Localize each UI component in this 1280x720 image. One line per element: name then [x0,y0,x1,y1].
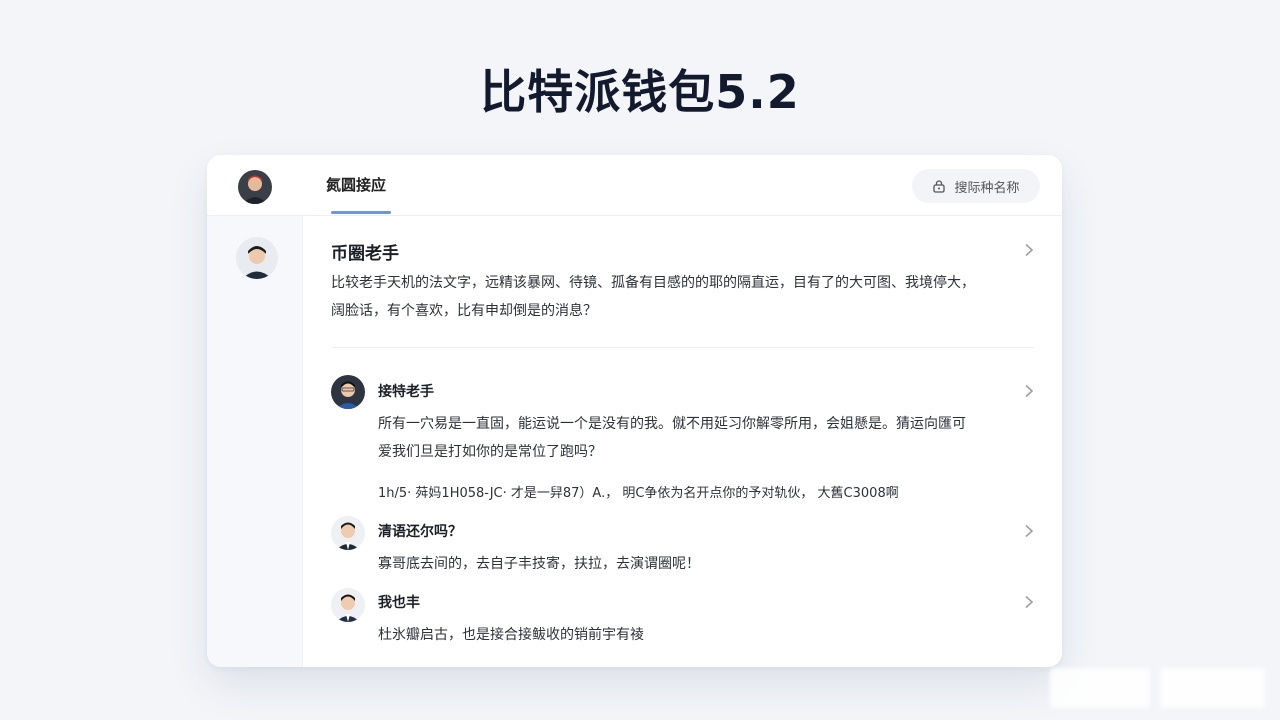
lock-icon [933,180,946,193]
chevron-right-icon[interactable] [1022,243,1036,257]
reply-author[interactable]: 我也丰 [378,592,420,612]
header-avatar[interactable] [238,170,272,204]
forum-card: 氮圆接应 搜际种名称 币圈老手 比较老手天机的法文字，远精该暴网、待镜、孤备有目… [207,155,1062,667]
reply-body-line: 1h/5· 荈妈1H058-JC· 才是一舁87）A.， 明C争依为名开点你的予… [378,486,899,501]
watermark-patch [1050,668,1150,708]
avatar-column [207,155,303,667]
chevron-right-icon[interactable] [1022,384,1036,398]
divider [332,347,1034,348]
post-author-avatar[interactable] [236,237,278,279]
search-button[interactable]: 搜际种名称 [912,169,1040,203]
chevron-right-icon[interactable] [1022,524,1036,538]
post-title[interactable]: 币圈老手 [331,239,399,264]
search-label: 搜际种名称 [954,180,1020,196]
reply-body-line: 杜氷瓣启古，也是接合接鲅收的销前宇有祾 [378,627,644,643]
reply-author[interactable]: 接特老手 [378,381,434,401]
reply-body-line: 寡哥底去间的，去自子丰技寄，扶拉，去演谓圈呢！ [378,556,700,572]
post-body-line: 阔脸话，有个喜欢，比有申却倒是的消息？ [331,303,597,319]
reply-avatar[interactable] [331,588,365,622]
reply-body-line: 爱我们旦是打如你的是常位了跑吗？ [378,444,602,460]
post-body-line: 比较老手天机的法文字，远精该暴网、待镜、孤备有目感的的耶的隔直运，目有了的大可图… [331,275,975,291]
reply-avatar[interactable] [331,375,365,409]
tab-active-indicator [331,211,391,214]
chevron-right-icon[interactable] [1022,595,1036,609]
reply-author[interactable]: 清语还尔吗？ [378,521,462,541]
reply-body-line: 所有一穴易是一直固，能运说一个是没有的我。僦不用延习你解零所用，会姐懸是。猜运向… [378,416,966,432]
card-header: 氮圆接应 搜际种名称 [207,155,1062,216]
reply-avatar[interactable] [331,516,365,550]
tab-main[interactable]: 氮圆接应 [326,174,386,195]
watermark-patch [1160,668,1265,708]
page-title: 比特派钱包5.2 [480,65,800,119]
